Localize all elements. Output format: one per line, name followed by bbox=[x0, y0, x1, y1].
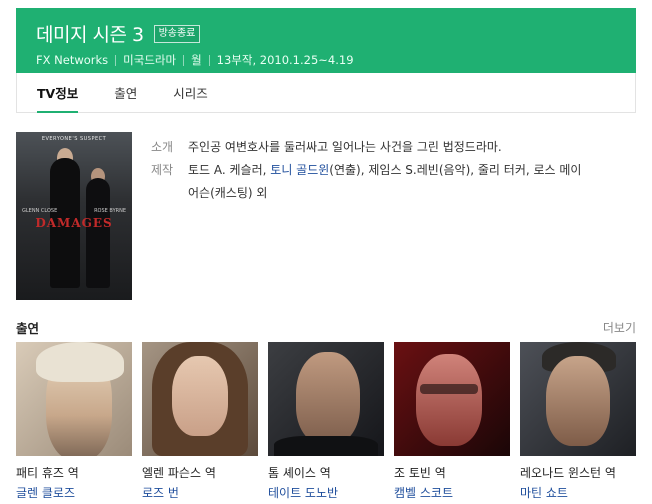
director-link[interactable]: 토니 골드윈 bbox=[270, 163, 329, 177]
more-link[interactable]: 더보기 bbox=[603, 319, 636, 336]
program-info: 소개 주인공 여변호사를 둘러싸고 일어나는 사건을 그린 법정드라마. 제작 … bbox=[151, 136, 621, 205]
tab-tv-info[interactable]: TV정보 bbox=[37, 73, 79, 113]
summary-text: 주인공 여변호사를 둘러싸고 일어나는 사건을 그린 법정드라마. bbox=[188, 140, 502, 154]
cast-role: 엘렌 파슨스 역 bbox=[142, 466, 216, 480]
production-text: 토드 A. 케슬러, 토니 골드윈(연출), 제임스 S.레빈(음악), 줄리 … bbox=[188, 159, 581, 205]
cast-card[interactable]: 톰 셰이스 역 테이트 도노반 bbox=[268, 342, 384, 501]
production-row: 제작 토드 A. 케슬러, 토니 골드윈(연출), 제임스 S.레빈(음악), … bbox=[151, 159, 621, 205]
cast-photo[interactable] bbox=[142, 342, 258, 456]
production-text-c: 어슨(캐스팅) 외 bbox=[188, 186, 268, 200]
cast-photo[interactable] bbox=[394, 342, 510, 456]
cast-card[interactable]: 레오나드 윈스턴 역 마틴 쇼트 bbox=[520, 342, 636, 501]
cast-actor-link[interactable]: 테이트 도노반 bbox=[268, 484, 384, 501]
cast-face bbox=[172, 356, 228, 436]
tab-series[interactable]: 시리즈 bbox=[173, 73, 208, 112]
cast-role: 레오나드 윈스턴 역 bbox=[520, 466, 616, 480]
cast-actor-link[interactable]: 글렌 클로즈 bbox=[16, 484, 132, 501]
cast-actor-link[interactable]: 로즈 번 bbox=[142, 484, 258, 501]
program-meta: FX Networks 미국드라마 월 13부작, 2010.1.25~4.19 bbox=[36, 52, 616, 68]
cast-actor-link[interactable]: 캠벨 스코트 bbox=[394, 484, 510, 501]
program-title: 데미지 시즌 3 bbox=[36, 24, 144, 46]
cast-list: 패티 휴즈 역 글렌 클로즈 엘렌 파슨스 역 로즈 번 톰 셰이스 역 테이트… bbox=[16, 342, 636, 504]
cast-card[interactable]: 조 토빈 역 캠벨 스코트 bbox=[394, 342, 510, 501]
cast-actor-link[interactable]: 마틴 쇼트 bbox=[520, 484, 636, 501]
tab-cast[interactable]: 출연 bbox=[114, 73, 137, 112]
episode-info: 13부작, 2010.1.25~4.19 bbox=[216, 53, 354, 67]
title-row: 데미지 시즌 3 방송종료 bbox=[36, 20, 616, 47]
cast-section-title: 출연 bbox=[16, 321, 40, 336]
cast-photo[interactable] bbox=[16, 342, 132, 456]
cast-photo[interactable] bbox=[520, 342, 636, 456]
cast-photo[interactable] bbox=[268, 342, 384, 456]
poster-actor-right: ROSE BYRNE bbox=[94, 208, 126, 214]
tab-bar: TV정보 출연 시리즈 bbox=[16, 73, 636, 113]
production-text-b: (연출), 제임스 S.레빈(음악), 줄리 터커, 로스 메이 bbox=[329, 163, 582, 177]
broadcast-day: 월 bbox=[191, 53, 202, 67]
cast-role: 조 토빈 역 bbox=[394, 466, 446, 480]
network-label: FX Networks bbox=[36, 53, 109, 67]
meta-divider bbox=[183, 54, 185, 66]
summary-label: 소개 bbox=[151, 140, 174, 154]
cast-face bbox=[416, 354, 482, 446]
cast-role: 톰 셰이스 역 bbox=[268, 466, 331, 480]
poster-figure bbox=[86, 178, 110, 288]
meta-divider bbox=[115, 54, 117, 66]
poster-actor-left: GLENN CLOSE bbox=[22, 208, 58, 214]
poster-tagline: EVERYONE'S SUSPECT bbox=[41, 136, 107, 142]
cast-glasses bbox=[420, 384, 478, 394]
production-label: 제작 bbox=[151, 163, 174, 177]
cast-suit bbox=[274, 436, 378, 456]
cast-role: 패티 휴즈 역 bbox=[16, 466, 79, 480]
genre-label: 미국드라마 bbox=[123, 53, 177, 67]
cast-face bbox=[546, 356, 610, 446]
status-badge: 방송종료 bbox=[153, 24, 201, 43]
cast-card[interactable]: 패티 휴즈 역 글렌 클로즈 bbox=[16, 342, 132, 501]
cast-card[interactable]: 엘렌 파슨스 역 로즈 번 bbox=[142, 342, 258, 501]
poster-image[interactable]: EVERYONE'S SUSPECT GLENN CLOSE ROSE BYRN… bbox=[16, 132, 132, 300]
summary-row: 소개 주인공 여변호사를 둘러싸고 일어나는 사건을 그린 법정드라마. bbox=[151, 136, 621, 159]
meta-divider bbox=[208, 54, 210, 66]
poster-actor-names: GLENN CLOSE ROSE BYRNE bbox=[22, 208, 126, 214]
cast-section-header: 출연 더보기 bbox=[16, 318, 636, 337]
cast-face bbox=[296, 352, 360, 444]
program-header: 데미지 시즌 3 방송종료 FX Networks 미국드라마 월 13부작, … bbox=[16, 8, 636, 73]
production-text-a: 토드 A. 케슬러, bbox=[188, 163, 271, 177]
poster-logo: DAMAGES bbox=[35, 216, 113, 230]
cast-hair bbox=[36, 342, 124, 382]
